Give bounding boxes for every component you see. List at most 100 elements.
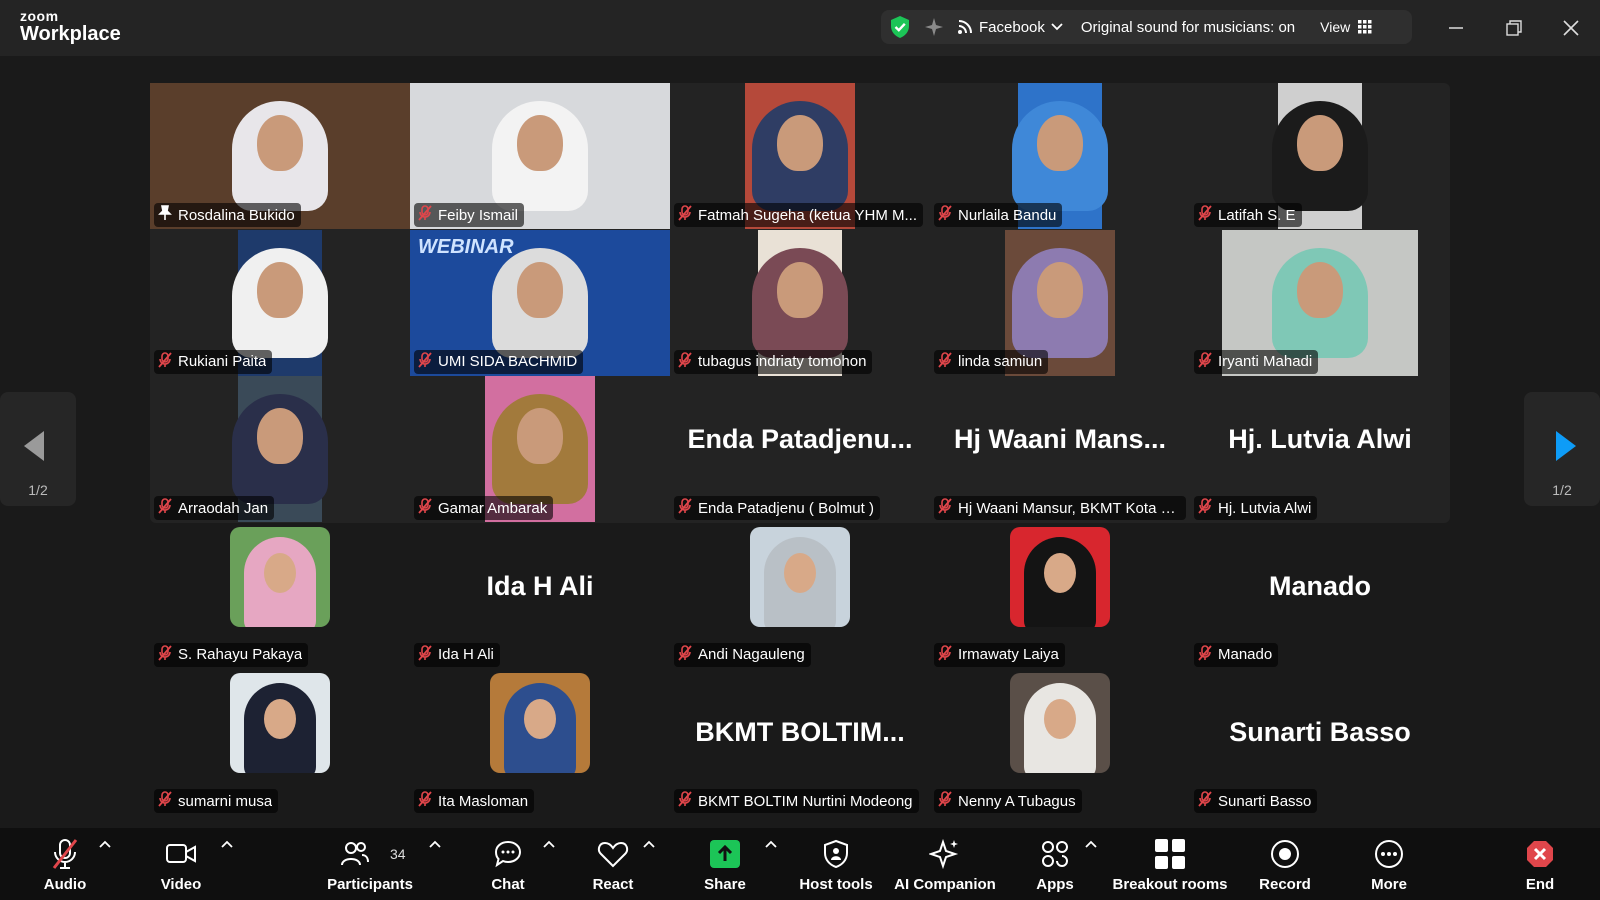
participant-tile[interactable]: Rukiani Paita — [150, 229, 410, 376]
live-stream-dropdown[interactable]: Facebook — [957, 19, 1063, 36]
participant-tile[interactable]: Ita Masloman — [410, 669, 670, 815]
participant-face — [777, 115, 823, 171]
participant-face — [517, 115, 563, 171]
ai-sparkle-icon[interactable] — [923, 16, 945, 38]
participant-avatar — [1010, 673, 1110, 773]
host-tools-button[interactable]: Host tools — [796, 828, 876, 900]
participant-name: Enda Patadjenu ( Bolmut ) — [698, 499, 874, 517]
participant-name-label: Hj Waani Mansur, BKMT Kota B... — [934, 496, 1186, 520]
breakout-rooms-button[interactable]: Breakout rooms — [1110, 828, 1230, 900]
more-button[interactable]: More — [1354, 828, 1424, 900]
mic-muted-icon — [678, 351, 692, 372]
view-button[interactable]: View — [1320, 19, 1372, 35]
mic-muted-icon — [418, 791, 432, 811]
audio-options-caret-icon[interactable] — [98, 838, 112, 852]
ai-companion-button[interactable]: AI Companion — [890, 828, 1000, 900]
react-button[interactable]: React — [578, 828, 648, 900]
page-indicator-right: 1/2 — [1552, 482, 1572, 498]
participant-tile[interactable]: Ida H Ali Ida H Ali — [410, 523, 670, 669]
share-options-caret-icon[interactable] — [764, 838, 778, 852]
original-sound-status[interactable]: Original sound for musicians: on — [1081, 19, 1295, 36]
participant-tile[interactable]: Hj Waani Mans... Hj Waani Mansur, BKMT Ko… — [930, 376, 1190, 522]
mic-muted-icon — [1198, 351, 1212, 372]
participant-tile[interactable]: linda samiun — [930, 229, 1190, 376]
participant-tile[interactable]: Latifah S. E — [1190, 83, 1450, 229]
chat-options-caret-icon[interactable] — [542, 838, 556, 852]
video-label: Video — [160, 876, 202, 893]
record-label: Record — [1259, 876, 1311, 893]
participant-name-label: Irmawaty Laiya — [934, 642, 1065, 667]
next-page-button[interactable]: 1/2 — [1524, 392, 1600, 506]
participant-tile[interactable]: Nenny A Tubagus — [930, 669, 1190, 815]
chat-icon — [491, 837, 525, 871]
participant-name: Latifah S. E — [1218, 206, 1296, 224]
logo-zoom-text: zoom — [20, 8, 59, 24]
host-tools-label: Host tools — [799, 876, 873, 893]
participant-tile[interactable]: Rosdalina Bukido — [150, 83, 410, 229]
participant-name: Sunarti Basso — [1218, 792, 1312, 810]
participant-tile[interactable]: WEBINAR UMI SIDA BACHMID — [410, 229, 670, 376]
audio-button[interactable]: Audio — [30, 828, 100, 900]
participant-tile[interactable]: tubagus indriaty tomohon — [670, 229, 930, 376]
participant-name-label: Fatmah Sugeha (ketua YHM M... — [674, 203, 923, 227]
participant-tile[interactable]: Manado Manado — [1190, 523, 1450, 669]
participant-face — [1297, 261, 1343, 318]
participant-tile[interactable]: Irmawaty Laiya — [930, 523, 1190, 669]
mic-muted-icon — [938, 791, 952, 811]
participant-tile[interactable]: sumarni musa — [150, 669, 410, 815]
participant-tile[interactable]: Feiby Ismail — [410, 83, 670, 229]
apps-options-caret-icon[interactable] — [1084, 838, 1098, 852]
participant-name: Hj. Lutvia Alwi — [1218, 499, 1312, 517]
participant-name: UMI SIDA BACHMID — [438, 353, 578, 370]
grid-icon — [1358, 20, 1372, 34]
page-indicator-left: 1/2 — [28, 482, 48, 498]
apps-button[interactable]: Apps — [1020, 828, 1090, 900]
sparkle-icon — [928, 837, 962, 871]
participant-tile[interactable]: Nurlaila Bandu — [930, 83, 1190, 229]
participant-tile[interactable]: Andi Nagauleng — [670, 523, 930, 669]
participants-options-caret-icon[interactable] — [428, 838, 442, 852]
participant-tile[interactable]: Enda Patadjenu... Enda Patadjenu ( Bolmut… — [670, 376, 930, 522]
logo-workplace-text: Workplace — [20, 23, 121, 45]
restore-icon — [1506, 20, 1522, 36]
participant-name: Nurlaila Bandu — [958, 206, 1057, 224]
share-button[interactable]: Share — [690, 828, 760, 900]
encryption-shield-icon[interactable] — [889, 15, 911, 39]
end-meeting-button[interactable]: End — [1508, 828, 1572, 900]
chat-button[interactable]: Chat — [478, 828, 538, 900]
participant-name-label: linda samiun — [934, 349, 1049, 374]
close-window-button[interactable] — [1557, 14, 1585, 42]
participant-avatar — [1010, 526, 1110, 627]
participant-face — [257, 261, 303, 318]
video-button[interactable]: Video — [146, 828, 216, 900]
participant-tile[interactable]: Gamar Ambarak — [410, 376, 670, 522]
prev-page-button[interactable]: 1/2 — [0, 392, 76, 506]
shield-icon — [819, 837, 853, 871]
participants-button[interactable]: Participants — [320, 828, 420, 900]
record-button[interactable]: Record — [1250, 828, 1320, 900]
participant-name: Arraodah Jan — [178, 499, 269, 517]
webinar-banner-text: WEBINAR — [418, 235, 514, 258]
meeting-status-bar: Facebook Original sound for musicians: o… — [881, 10, 1412, 44]
minimize-button[interactable] — [1442, 14, 1470, 42]
rss-icon — [957, 19, 973, 35]
more-icon — [1372, 837, 1406, 871]
participant-tile[interactable]: BKMT BOLTIM... BKMT BOLTIM Nurtini Modeon… — [670, 669, 930, 815]
participant-name-label: Rukiani Paita — [154, 349, 273, 374]
participant-tile[interactable]: S. Rahayu Pakaya — [150, 523, 410, 669]
participant-tile[interactable]: Iryanti Mahadi — [1190, 229, 1450, 376]
restore-button[interactable] — [1500, 14, 1528, 42]
mic-muted-icon — [678, 205, 692, 225]
participant-tile[interactable]: Fatmah Sugeha (ketua YHM M... — [670, 83, 930, 229]
participant-display-name: Enda Patadjenu... — [687, 424, 913, 454]
view-label: View — [1320, 19, 1351, 35]
participant-name: Feiby Ismail — [438, 206, 519, 224]
participant-name-label: Sunarti Basso — [1194, 789, 1318, 813]
react-options-caret-icon[interactable] — [642, 838, 656, 852]
participant-tile[interactable]: Hj. Lutvia Alwi Hj. Lutvia Alwi — [1190, 376, 1450, 522]
share-label: Share — [704, 876, 746, 893]
participant-tile[interactable]: Sunarti Basso Sunarti Basso — [1190, 669, 1450, 815]
video-options-caret-icon[interactable] — [220, 838, 234, 852]
participant-tile[interactable]: Arraodah Jan — [150, 376, 410, 522]
participant-face — [517, 408, 563, 464]
